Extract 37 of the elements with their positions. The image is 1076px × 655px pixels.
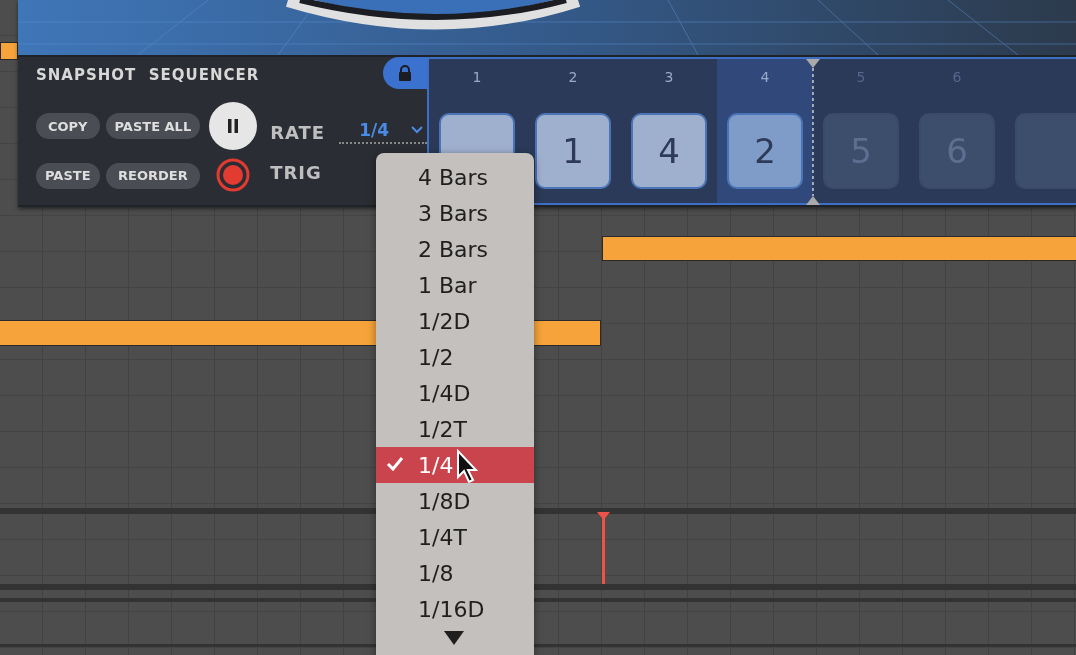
menu-item[interactable]: 1/8	[376, 555, 534, 591]
record-button[interactable]	[216, 158, 251, 192]
chevron-down-icon	[411, 126, 424, 134]
menu-item[interactable]: 1/2T	[376, 411, 534, 447]
menu-item[interactable]: 3 Bars	[376, 195, 534, 231]
pause-icon	[227, 119, 240, 133]
menu-item[interactable]: 1/2	[376, 339, 534, 375]
menu-item[interactable]: 1 Bar	[376, 267, 534, 303]
menu-item[interactable]: 2 Bars	[376, 231, 534, 267]
trig-label: TRIG	[270, 162, 322, 183]
lock-toggle[interactable]	[383, 57, 428, 89]
action-button[interactable]: COPY	[36, 113, 100, 139]
step-number: 1	[472, 69, 482, 87]
checkmark-icon	[386, 456, 404, 472]
mouse-pointer-icon	[456, 449, 478, 485]
menu-item[interactable]: 4 Bars	[376, 159, 534, 195]
menu-item[interactable]: 1/2D	[376, 303, 534, 339]
step-slot[interactable]: 4	[631, 113, 708, 189]
menu-item[interactable]: 1/4	[376, 447, 534, 483]
menu-item[interactable]: 1/4T	[376, 519, 534, 555]
step-slot[interactable]: 1	[535, 113, 612, 189]
rate-label: RATE	[270, 121, 326, 143]
loop-marker[interactable]	[806, 59, 821, 205]
step-number: 3	[664, 69, 674, 87]
action-button[interactable]: PASTE	[36, 162, 100, 189]
lock-icon	[398, 65, 413, 81]
pause-button[interactable]	[209, 102, 258, 150]
action-button[interactable]: PASTE ALL	[105, 113, 201, 139]
step-number: 2	[568, 69, 578, 87]
menu-item[interactable]: 1/8D	[376, 483, 534, 519]
step-slot[interactable]: 2	[727, 113, 804, 189]
step-column[interactable]: 4 2	[717, 59, 814, 203]
menu-item[interactable]: 1/16D	[376, 591, 534, 627]
sequencer-title: SNAPSHOT SEQUENCER	[36, 66, 260, 86]
step-number: 4	[760, 69, 770, 87]
action-button[interactable]: REORDER	[105, 162, 201, 189]
menu-item[interactable]: 1/4D	[376, 375, 534, 411]
